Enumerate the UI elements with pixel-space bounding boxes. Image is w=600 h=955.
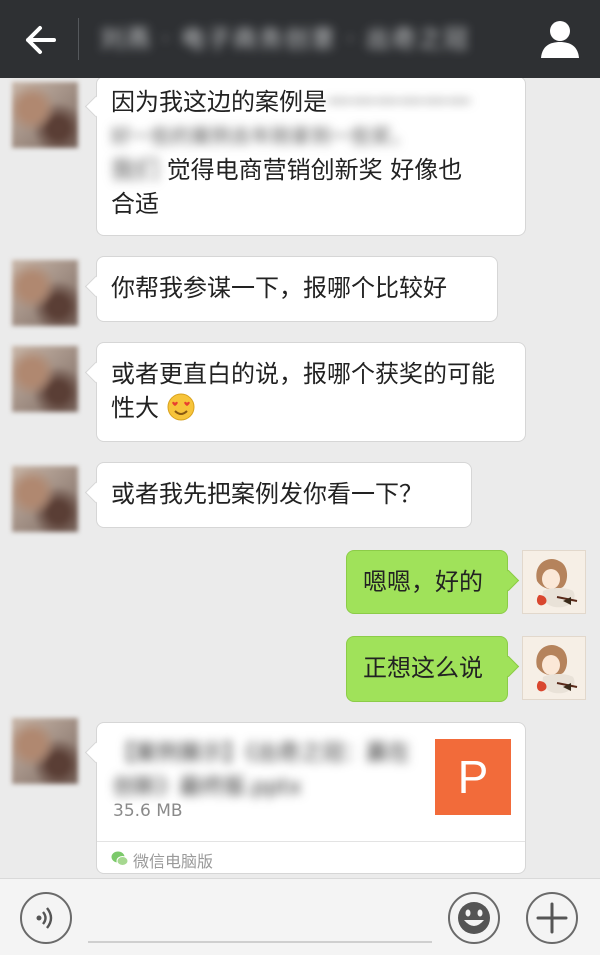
header-divider — [78, 18, 79, 60]
heart-eyes-emoji-icon — [167, 393, 195, 421]
wechat-icon — [111, 851, 129, 866]
file-source-footer: 微信电脑版 — [97, 841, 525, 875]
more-button[interactable] — [526, 892, 578, 944]
person-icon — [541, 21, 579, 58]
input-bar — [0, 878, 600, 955]
blurred-text: 好一些的案例去年刚拿到一些奖， — [111, 124, 411, 148]
contact-avatar[interactable] — [12, 82, 78, 148]
contact-avatar[interactable] — [12, 346, 78, 412]
contact-avatar[interactable] — [12, 718, 78, 784]
message-text: 你帮我参谋一下，报哪个比较好 — [111, 274, 447, 302]
contact-avatar[interactable] — [12, 260, 78, 326]
message-text: 合适 — [111, 190, 159, 218]
message-bubble[interactable]: 正想这么说 — [346, 636, 508, 702]
my-avatar[interactable] — [522, 636, 586, 700]
message-input[interactable] — [88, 941, 432, 943]
chat-info-button[interactable] — [538, 18, 582, 60]
contact-avatar[interactable] — [12, 466, 78, 532]
message-bubble[interactable]: 或者我先把案例发你看一下？ — [96, 462, 472, 528]
file-name: 【案例展示】《出奇之冠：赢在创新》最终版.pptx — [113, 741, 411, 800]
blurred-text: 我们 — [111, 156, 159, 184]
emoji-button[interactable] — [448, 892, 500, 944]
message-text: 正想这么说 — [363, 654, 483, 682]
message-text: 觉得电商营销创新奖 好像也 — [166, 156, 463, 184]
blurred-text: 一一一一一一 — [327, 88, 471, 116]
message-bubble[interactable]: 你帮我参谋一下，报哪个比较好 — [96, 256, 498, 322]
message-bubble[interactable]: 嗯嗯，好的 — [346, 550, 508, 614]
anime-girl-avatar-icon — [536, 559, 578, 608]
message-bubble[interactable]: 因为我这边的案例是一一一一一一 好一些的案例去年刚拿到一些奖， 我们 觉得电商营… — [96, 78, 526, 236]
back-button[interactable] — [18, 20, 62, 60]
message-line: 因为我这边的案例是一一一一一一 — [111, 85, 511, 119]
file-message-card[interactable]: 【案例展示】《出奇之冠：赢在创新》最终版.pptx 35.6 MB P 微信电脑… — [96, 722, 526, 874]
message-list[interactable]: 因为我这边的案例是一一一一一一 好一些的案例去年刚拿到一些奖， 我们 觉得电商营… — [0, 78, 600, 878]
message-text: 嗯嗯，好的 — [363, 568, 483, 596]
chat-title: 刘燕 · 电子商务创意 · 出奇之冠 — [100, 25, 470, 53]
back-arrow-icon — [26, 26, 56, 54]
source-label: 微信电脑版 — [133, 852, 214, 871]
plus-icon — [536, 902, 568, 934]
file-size: 35.6 MB — [113, 801, 183, 821]
pptx-file-icon: P — [435, 739, 511, 815]
chat-header: 刘燕 · 电子商务创意 · 出奇之冠 — [0, 0, 600, 78]
anime-girl-avatar-icon — [536, 645, 578, 694]
message-text: 因为我这边的案例是 — [111, 88, 327, 116]
smiley-icon — [458, 902, 490, 934]
message-line: 我们 觉得电商营销创新奖 好像也 — [111, 153, 511, 187]
message-text: 或者我先把案例发你看一下？ — [111, 480, 423, 508]
voice-button[interactable] — [20, 892, 72, 944]
message-bubble[interactable]: 或者更直白的说，报哪个获奖的可能性大 — [96, 342, 526, 442]
voice-icon — [36, 907, 53, 929]
my-avatar[interactable] — [522, 550, 586, 614]
